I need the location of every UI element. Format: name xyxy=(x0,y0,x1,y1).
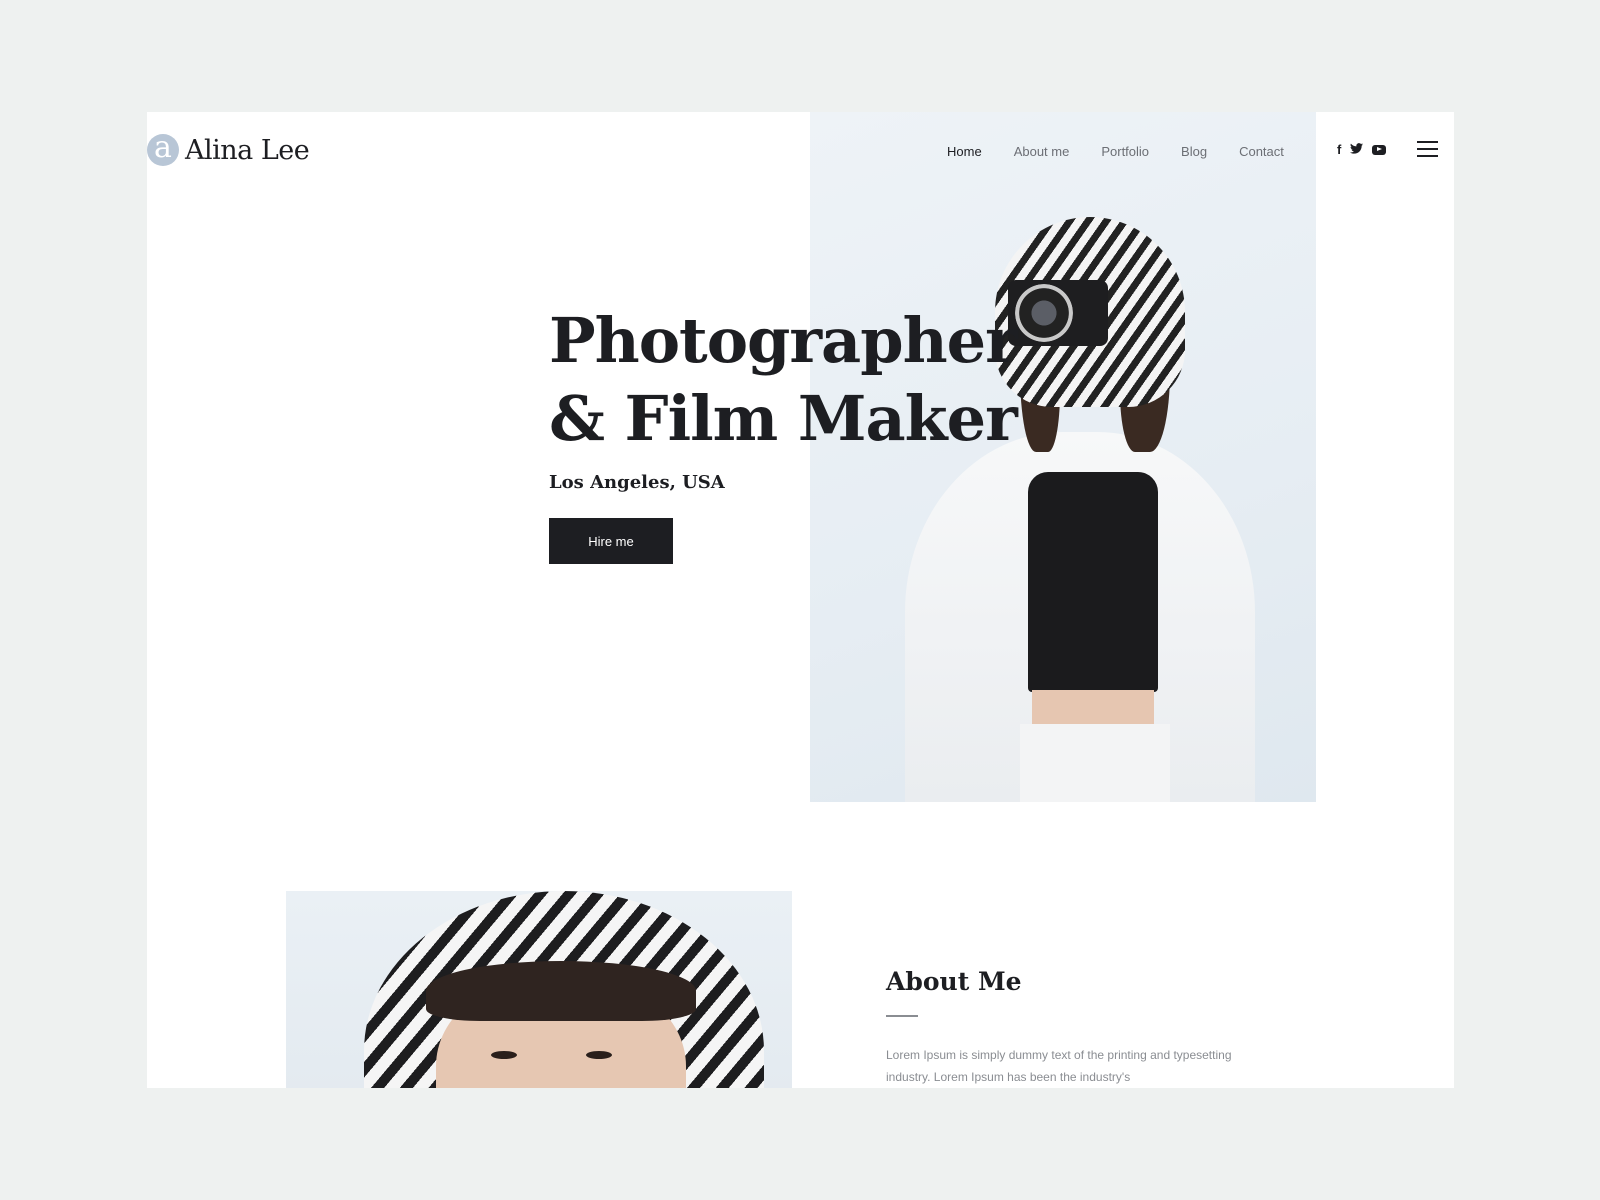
youtube-icon[interactable] xyxy=(1372,144,1387,155)
nav-blog[interactable]: Blog xyxy=(1181,144,1207,159)
about-photo xyxy=(286,891,792,1088)
hire-me-button[interactable]: Hire me xyxy=(549,518,673,564)
about-title: About Me xyxy=(886,967,1022,996)
hero-location: Los Angeles, USA xyxy=(549,472,725,493)
facebook-icon[interactable]: f xyxy=(1337,142,1341,157)
logo-text: Alina Lee xyxy=(185,134,310,166)
logo[interactable]: a Alina Lee xyxy=(147,133,310,166)
about-divider xyxy=(886,1015,918,1017)
hero-title-line-2: & Film Maker xyxy=(549,382,1018,455)
twitter-icon[interactable] xyxy=(1350,142,1364,157)
hero-title-line-1: Photographer xyxy=(549,304,1018,377)
social-links: f xyxy=(1337,142,1387,157)
hero-title: Photographer & Film Maker xyxy=(549,302,1018,458)
logo-mark-icon: a xyxy=(147,133,179,166)
main-nav: Home About me Portfolio Blog Contact xyxy=(947,144,1316,159)
nav-about-me[interactable]: About me xyxy=(1014,144,1070,159)
menu-hamburger-icon[interactable] xyxy=(1417,141,1438,157)
nav-portfolio[interactable]: Portfolio xyxy=(1101,144,1149,159)
page: a Alina Lee Home About me Portfolio Blog… xyxy=(147,112,1454,1088)
about-text: Lorem Ipsum is simply dummy text of the … xyxy=(886,1048,1232,1084)
nav-contact[interactable]: Contact xyxy=(1239,144,1284,159)
nav-home[interactable]: Home xyxy=(947,144,982,159)
